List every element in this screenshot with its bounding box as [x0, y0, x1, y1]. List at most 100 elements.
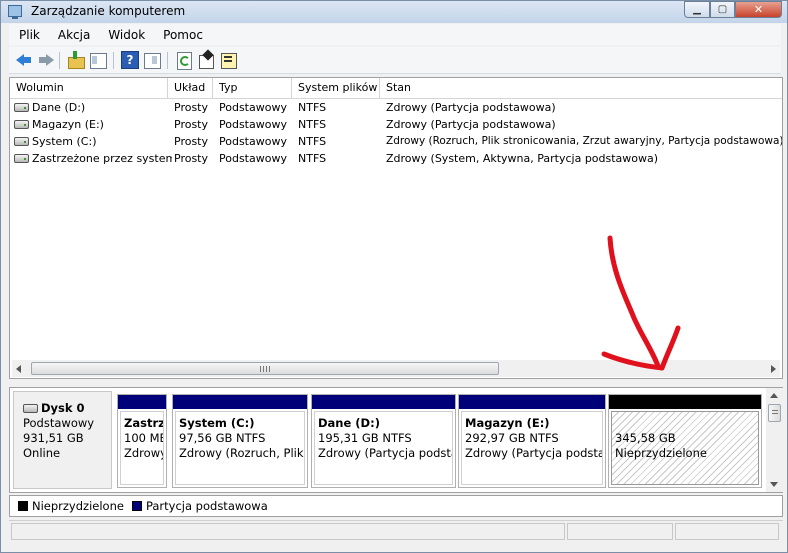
volume-layout: Prosty [174, 135, 209, 148]
properties-icon[interactable] [197, 51, 215, 69]
table-row[interactable]: Zastrzeżone przez system Prosty Podstawo… [10, 150, 782, 167]
partition-color-bar [312, 395, 455, 409]
partition-status: Zdrowy (Partycja podstaw [318, 446, 452, 460]
show-hide-tree-icon[interactable] [89, 51, 107, 69]
volume-status: Zdrowy (Rozruch, Plik stronicowania, Zrz… [386, 135, 782, 147]
volume-status: Zdrowy (System, Aktywna, Partycja podsta… [386, 152, 659, 165]
computer-management-window: Zarządzanie komputerem ▁ ▢ ✕ Plik Akcja … [0, 0, 788, 553]
status-bar [9, 520, 783, 541]
partition-size: 100 MB [124, 431, 163, 445]
scroll-right-icon[interactable] [771, 365, 776, 373]
disk-name: Dysk 0 [41, 401, 85, 415]
volume-name: Magazyn (E:) [32, 118, 104, 131]
scroll-left-icon[interactable] [16, 365, 21, 373]
partition-title: Magazyn (E:) [465, 416, 550, 430]
legend-label-unallocated: Nieprzydzielone [32, 499, 124, 513]
disk-state: Online [23, 446, 61, 460]
volume-list: Wolumin Układ Typ System plików Stan Dan… [9, 77, 783, 379]
toolbar-separator [167, 52, 168, 69]
status-segment [11, 523, 565, 540]
scroll-up-icon[interactable] [770, 393, 778, 398]
window-controls: ▁ ▢ ✕ [684, 1, 782, 19]
disk-icon [23, 404, 38, 413]
status-segment [675, 523, 779, 540]
legend-swatch-primary [131, 501, 142, 511]
disk-0-label[interactable]: Dysk 0 Podstawowy 931,51 GB Online [13, 391, 112, 489]
volume-type: Podstawowy [219, 152, 287, 165]
volume-type: Podstawowy [219, 135, 287, 148]
show-hide-action-pane-icon[interactable] [143, 51, 161, 69]
table-row[interactable]: System (C:) Prosty Podstawowy NTFS Zdrow… [10, 133, 782, 150]
vertical-scroll-thumb[interactable] [768, 404, 781, 422]
vertical-scrollbar[interactable] [766, 388, 783, 492]
horizontal-scrollbar[interactable] [12, 360, 780, 377]
forward-arrow-icon[interactable] [37, 51, 55, 69]
column-header-type[interactable]: Typ [213, 78, 292, 98]
partition-magazyn-e[interactable]: Magazyn (E:) 292,97 GB NTFS Zdrowy (Part… [458, 394, 606, 488]
legend-swatch-unallocated [18, 501, 28, 511]
toolbar: ? [9, 47, 781, 74]
column-header-volume[interactable]: Wolumin [10, 78, 168, 98]
menu-bar: Plik Akcja Widok Pomoc [9, 24, 781, 45]
scroll-down-icon[interactable] [770, 482, 778, 487]
volume-status: Zdrowy (Partycja podstawowa) [386, 101, 556, 114]
volume-list-header: Wolumin Układ Typ System plików Stan [10, 78, 782, 99]
column-header-status[interactable]: Stan [380, 78, 782, 98]
volume-name: Dane (D:) [32, 101, 86, 114]
drive-icon [14, 120, 29, 129]
title-bar[interactable]: Zarządzanie komputerem ▁ ▢ ✕ [1, 1, 787, 23]
volume-name: Zastrzeżone przez system [32, 152, 172, 165]
partition-size: 97,56 GB NTFS [179, 431, 266, 445]
menu-plik[interactable]: Plik [9, 28, 48, 42]
partition-status: Zdrowy (Partycja podstaw [465, 446, 602, 460]
horizontal-scroll-thumb[interactable] [31, 362, 499, 375]
column-header-layout[interactable]: Układ [168, 78, 213, 98]
partition-title [615, 416, 758, 431]
help-icon[interactable]: ? [121, 51, 139, 69]
partition-status: Nieprzydzielone [615, 446, 707, 460]
partition-unallocated[interactable]: 345,58 GB Nieprzydzielone [608, 394, 762, 488]
menu-pomoc[interactable]: Pomoc [153, 28, 211, 42]
menu-widok[interactable]: Widok [98, 28, 153, 42]
partition-system-c[interactable]: System (C:) 97,56 GB NTFS Zdrowy (Rozruc… [172, 394, 308, 488]
refresh-icon[interactable] [175, 51, 193, 70]
partition-size: 292,97 GB NTFS [465, 431, 559, 445]
partition-title: System (C:) [179, 416, 255, 430]
partition-dane-d[interactable]: Dane (D:) 195,31 GB NTFS Zdrowy (Partycj… [311, 394, 456, 488]
table-row[interactable]: Magazyn (E:) Prosty Podstawowy NTFS Zdro… [10, 116, 782, 133]
partition-status: Zdrowy (Rozruch, Plik s [179, 446, 304, 460]
maximize-button[interactable]: ▢ [710, 1, 735, 18]
partition-color-bar [609, 395, 761, 409]
volume-filesystem: NTFS [298, 135, 327, 148]
back-arrow-icon[interactable] [15, 51, 33, 69]
partition-color-bar [173, 395, 307, 409]
volume-filesystem: NTFS [298, 118, 327, 131]
folder-up-icon[interactable] [67, 51, 85, 69]
legend-bar: Nieprzydzielone Partycja podstawowa [9, 495, 783, 517]
minimize-button[interactable]: ▁ [684, 1, 710, 18]
partition-size: 345,58 GB [615, 431, 676, 445]
volume-layout: Prosty [174, 152, 209, 165]
column-header-filesystem[interactable]: System plików [292, 78, 380, 98]
disk-map-panel: Dysk 0 Podstawowy 931,51 GB Online Zastr… [9, 387, 783, 493]
close-button[interactable]: ✕ [735, 1, 782, 18]
volume-layout: Prosty [174, 118, 209, 131]
view-settings-icon[interactable] [219, 51, 237, 69]
partition-title: Zastrze [124, 416, 163, 430]
partition-status: Zdrowy [124, 446, 163, 460]
partition-reserved[interactable]: Zastrze 100 MB Zdrowy [117, 394, 167, 488]
legend-label-primary: Partycja podstawowa [145, 499, 268, 513]
status-segment [567, 523, 673, 540]
volume-type: Podstawowy [219, 118, 287, 131]
toolbar-separator [59, 52, 60, 69]
partition-color-bar [118, 395, 166, 409]
volume-filesystem: NTFS [298, 152, 327, 165]
table-row[interactable]: Dane (D:) Prosty Podstawowy NTFS Zdrowy … [10, 99, 782, 116]
menu-akcja[interactable]: Akcja [48, 28, 98, 42]
volume-filesystem: NTFS [298, 101, 327, 114]
disk-type: Podstawowy [23, 416, 95, 430]
disk-size: 931,51 GB [23, 431, 84, 445]
volume-type: Podstawowy [219, 101, 287, 114]
volume-status: Zdrowy (Partycja podstawowa) [386, 118, 556, 131]
volume-name: System (C:) [32, 135, 97, 148]
